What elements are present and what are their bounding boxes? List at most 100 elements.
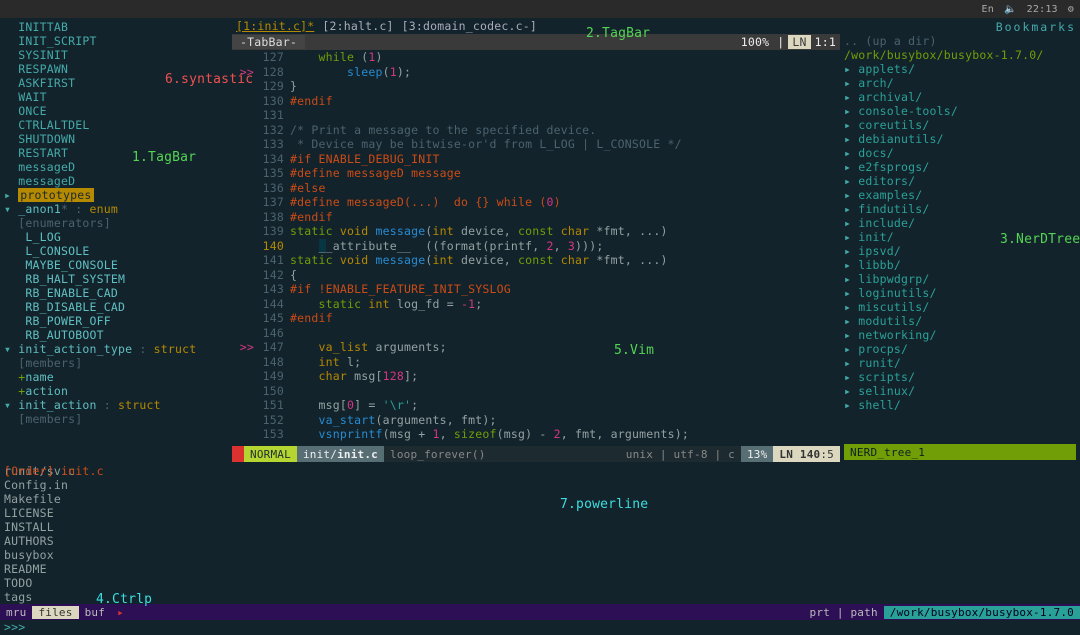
code-line[interactable]: 143#if !ENABLE_FEATURE_INIT_SYSLOG <box>232 282 840 297</box>
code-line[interactable]: 150 <box>232 384 840 399</box>
editor-panel[interactable]: [1:init.c]* [2:halt.c] [3:domain_codec.c… <box>232 18 840 462</box>
ctrlp-mode-files[interactable]: files <box>32 606 78 619</box>
nerdtree-dir[interactable]: ▸ arch/ <box>844 76 1076 90</box>
tagbar-item[interactable]: RESPAWN <box>4 62 228 76</box>
tagbar-item[interactable]: SHUTDOWN <box>4 132 228 146</box>
code-line[interactable]: >>147 va_list arguments; <box>232 340 840 355</box>
code-line[interactable]: 153 vsnprintf(msg + 1, sizeof(msg) - 2, … <box>232 427 840 442</box>
code-line[interactable]: 137#define messageD(...) do {} while (0) <box>232 195 840 210</box>
tagbar-item[interactable]: [enumerators] <box>4 216 228 230</box>
ctrlp-item[interactable]: Config.in <box>4 478 1076 492</box>
code-line[interactable]: 129} <box>232 79 840 94</box>
buffer-tabline[interactable]: [1:init.c]* [2:halt.c] [3:domain_codec.c… <box>232 18 840 34</box>
code-line[interactable]: 141static void message(int device, const… <box>232 253 840 268</box>
nerdtree-dir[interactable]: ▸ e2fsprogs/ <box>844 160 1076 174</box>
code-line[interactable]: 130#endif <box>232 94 840 109</box>
nerdtree-dir[interactable]: ▸ modutils/ <box>844 314 1076 328</box>
nerdtree-dir[interactable]: ▸ editors/ <box>844 174 1076 188</box>
code-line[interactable]: >>128 sleep(1); <box>232 65 840 80</box>
tagbar-item[interactable]: ▾ init_action : struct <box>4 398 228 412</box>
tagbar-item[interactable]: CTRLALTDEL <box>4 118 228 132</box>
tagbar-item[interactable]: WAIT <box>4 90 228 104</box>
volume-icon[interactable]: 🔈 <box>1004 4 1017 15</box>
ctrlp-item[interactable]: LICENSE <box>4 506 1076 520</box>
code-line[interactable]: 134#if ENABLE_DEBUG_INIT <box>232 152 840 167</box>
tagbar-item[interactable]: SYSINIT <box>4 48 228 62</box>
tab-halt-c[interactable]: [2:halt.c] <box>318 19 397 33</box>
nerdtree-dir[interactable]: ▸ scripts/ <box>844 370 1076 384</box>
nerdtree-dir[interactable]: ▸ docs/ <box>844 146 1076 160</box>
ctrlp-item[interactable]: TODO <box>4 576 1076 590</box>
tagbar-item[interactable]: RB_AUTOBOOT <box>4 328 228 342</box>
tagbar-item[interactable]: messageD <box>4 160 228 174</box>
code-line[interactable]: 145#endif <box>232 311 840 326</box>
nerdtree-dir[interactable]: ▸ include/ <box>844 216 1076 230</box>
ctrlp-panel[interactable]: [Order] init.c runit/sv.c Config.in Make… <box>0 462 1080 604</box>
nerdtree-dir[interactable]: ▸ debianutils/ <box>844 132 1076 146</box>
tagbar-item[interactable]: L_CONSOLE <box>4 244 228 258</box>
code-line[interactable]: 133 * Device may be bitwise-or'd from L_… <box>232 137 840 152</box>
tagbar-panel[interactable]: INITTAB INIT_SCRIPT SYSINIT RESPAWN ASKF… <box>0 18 232 462</box>
nerdtree-dir[interactable]: ▸ loginutils/ <box>844 286 1076 300</box>
tagbar-item[interactable]: INIT_SCRIPT <box>4 34 228 48</box>
code-line[interactable]: 144 static int log_fd = -1; <box>232 297 840 312</box>
nerdtree-dir[interactable]: ▸ runit/ <box>844 356 1076 370</box>
nerdtree-panel[interactable]: Bookmarks .. (up a dir) /work/busybox/bu… <box>840 18 1080 462</box>
nerdtree-dir[interactable]: ▸ networking/ <box>844 328 1076 342</box>
nerdtree-dir[interactable]: ▸ ipsvd/ <box>844 244 1076 258</box>
tagbar-item[interactable]: RB_HALT_SYSTEM <box>4 272 228 286</box>
nerdtree-dir[interactable]: ▸ applets/ <box>844 62 1076 76</box>
nerdtree-dir[interactable]: ▸ miscutils/ <box>844 300 1076 314</box>
tagbar-item[interactable]: +name <box>4 370 228 384</box>
nerdtree-up[interactable]: .. (up a dir) <box>844 34 1076 48</box>
tagbar-item[interactable]: messageD <box>4 174 228 188</box>
code-line[interactable]: 140 __attribute__ ((format(printf, 2, 3)… <box>232 239 840 254</box>
tagbar-item[interactable]: ▾ _anon1* : enum <box>4 202 228 216</box>
nerdtree-dir[interactable]: ▸ shell/ <box>844 398 1076 412</box>
ctrlp-item[interactable]: busybox <box>4 548 1076 562</box>
tagbar-item[interactable]: RB_ENABLE_CAD <box>4 286 228 300</box>
tagbar-item[interactable]: RB_DISABLE_CAD <box>4 300 228 314</box>
code-line[interactable]: 151 msg[0] = '\r'; <box>232 398 840 413</box>
code-body[interactable]: 127 while (1)>>128 sleep(1);129}130#endi… <box>232 50 840 446</box>
tagbar-item[interactable]: RESTART <box>4 146 228 160</box>
nerdtree-dir[interactable]: ▸ archival/ <box>844 90 1076 104</box>
code-line[interactable]: 132/* Print a message to the specified d… <box>232 123 840 138</box>
nerdtree-dir[interactable]: ▸ coreutils/ <box>844 118 1076 132</box>
code-line[interactable]: 146 <box>232 326 840 341</box>
ctrlp-item[interactable]: tags <box>4 590 1076 604</box>
tagbar-item[interactable]: [members] <box>4 412 228 426</box>
ctrlp-item[interactable]: AUTHORS <box>4 534 1076 548</box>
tagbar-item[interactable]: ASKFIRST <box>4 76 228 90</box>
code-line[interactable]: 149 char msg[128]; <box>232 369 840 384</box>
code-line[interactable]: 138#endif <box>232 210 840 225</box>
ctrlp-item[interactable]: INSTALL <box>4 520 1076 534</box>
tab-init-c[interactable]: [1:init.c]* <box>232 19 318 33</box>
tagbar-item[interactable]: ▾ init_action_type : struct <box>4 342 228 356</box>
tagbar-item[interactable]: +action <box>4 384 228 398</box>
code-line[interactable]: 139static void message(int device, const… <box>232 224 840 239</box>
nerdtree-root[interactable]: /work/busybox/busybox-1.7.0/ <box>844 48 1076 62</box>
lang-indicator[interactable]: En <box>982 4 994 15</box>
tagbar-item[interactable]: INITTAB <box>4 20 228 34</box>
ctrlp-item[interactable]: README <box>4 562 1076 576</box>
ctrlp-item[interactable]: runit/sv.c <box>4 464 1076 478</box>
code-line[interactable]: 136#else <box>232 181 840 196</box>
nerdtree-dir[interactable]: ▸ libpwdgrp/ <box>844 272 1076 286</box>
code-line[interactable]: 127 while (1) <box>232 50 840 65</box>
tagbar-item[interactable]: RB_POWER_OFF <box>4 314 228 328</box>
nerdtree-dir[interactable]: ▸ libbb/ <box>844 258 1076 272</box>
ctrlp-mode-buf[interactable]: buf <box>79 606 111 619</box>
tagbar-item[interactable]: ONCE <box>4 104 228 118</box>
ctrlp-mode-mru[interactable]: mru <box>0 606 32 619</box>
nerdtree-dir[interactable]: ▸ selinux/ <box>844 384 1076 398</box>
ctrlp-item[interactable]: Makefile <box>4 492 1076 506</box>
tagbar-item[interactable]: ▸ prototypes <box>4 188 228 202</box>
tab-domain-codec[interactable]: [3:domain_codec.c-] <box>398 19 541 33</box>
code-line[interactable]: 135#define messageD message <box>232 166 840 181</box>
nerdtree-dir[interactable]: ▸ findutils/ <box>844 202 1076 216</box>
nerdtree-dir[interactable]: ▸ procps/ <box>844 342 1076 356</box>
nerdtree-dir[interactable]: ▸ examples/ <box>844 188 1076 202</box>
code-line[interactable]: 142{ <box>232 268 840 283</box>
tagbar-item[interactable]: [members] <box>4 356 228 370</box>
